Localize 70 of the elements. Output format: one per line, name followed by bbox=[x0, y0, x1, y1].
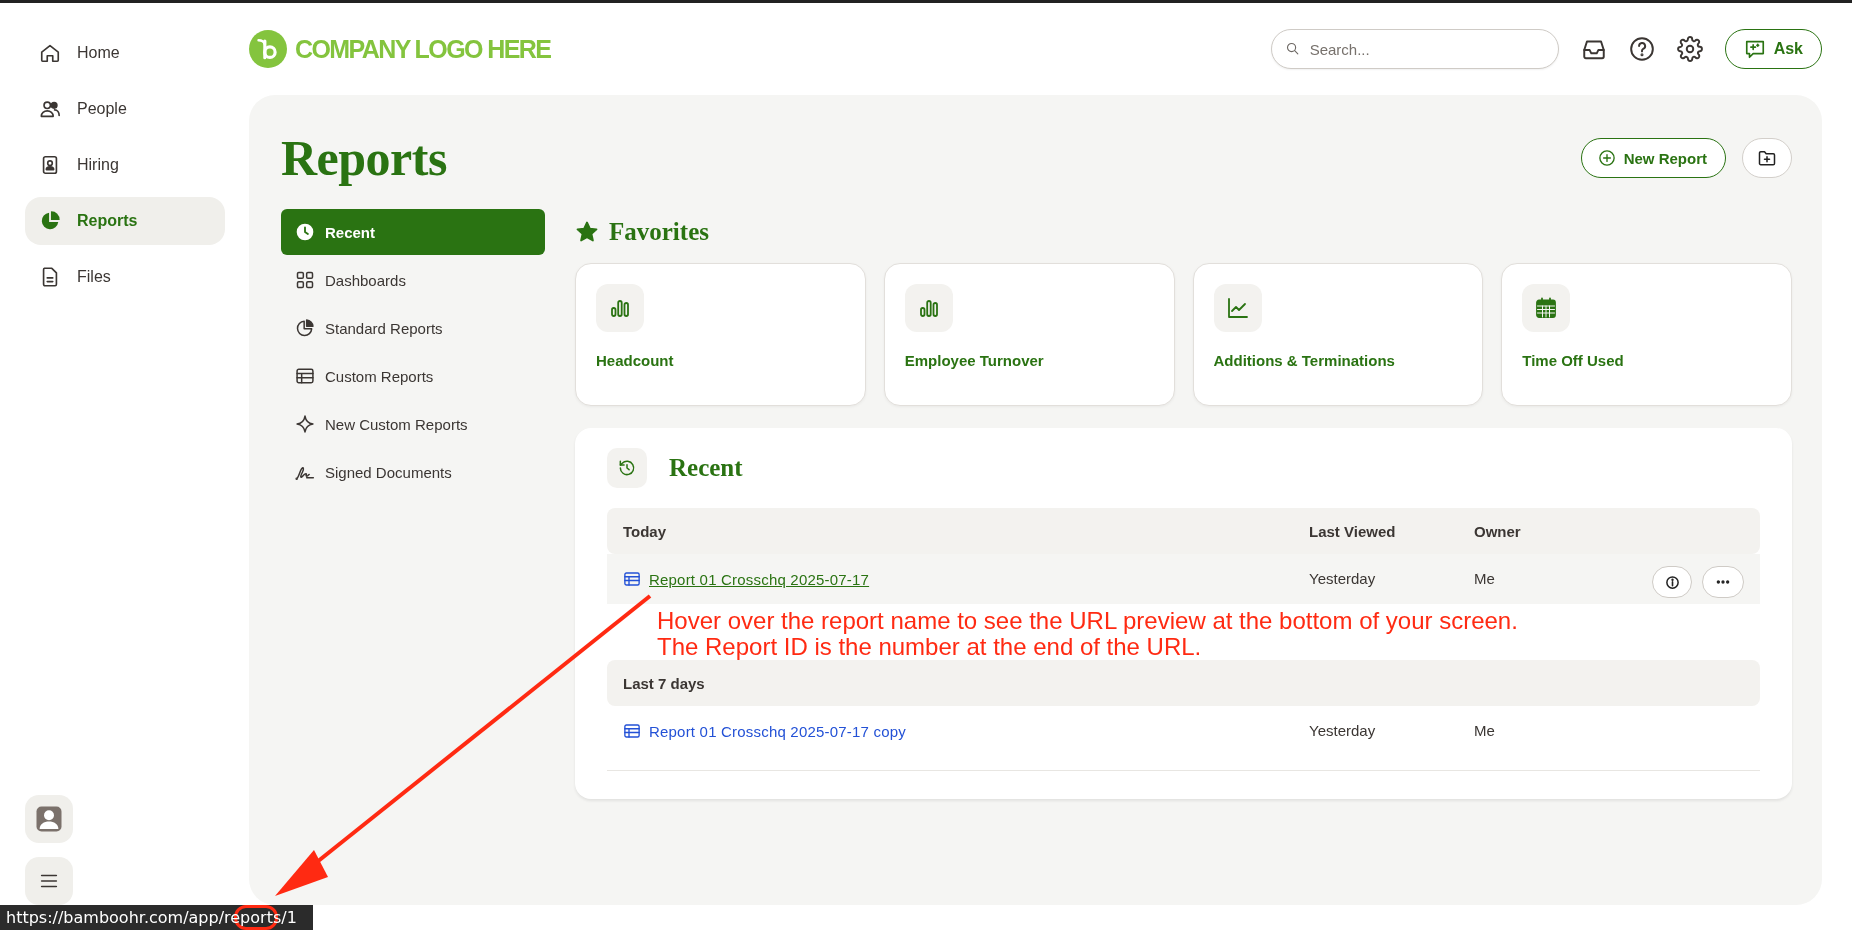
settings-button[interactable] bbox=[1676, 36, 1703, 62]
report-nav-item[interactable]: Dashboards bbox=[281, 257, 545, 303]
help-icon bbox=[1628, 36, 1655, 62]
report-nav-item[interactable]: Custom Reports bbox=[281, 353, 545, 399]
ask-button[interactable]: Ask bbox=[1724, 29, 1822, 69]
report-nav-item[interactable]: Standard Reports bbox=[281, 305, 545, 351]
table-cell-text: Yesterday bbox=[1309, 570, 1377, 587]
info-icon bbox=[1664, 574, 1680, 590]
annotation-text: Hover over the report name to see the URL preview at the bottom of your screen. bbox=[657, 608, 1518, 634]
logo-text: COMPANY LOGO HERE bbox=[295, 34, 551, 64]
group-label: Today bbox=[623, 522, 668, 540]
help-button[interactable] bbox=[1628, 36, 1655, 62]
search-icon bbox=[1284, 41, 1300, 56]
report-nav-item[interactable]: New Custom Reports bbox=[281, 401, 545, 447]
table-row[interactable]: Report 01 Crosschq 2025-07-17 copy Yesterday Me bbox=[607, 706, 1760, 771]
logo-icon bbox=[249, 30, 287, 68]
section-title: Favorites bbox=[609, 218, 709, 246]
search-field[interactable]: Search... bbox=[1270, 29, 1559, 69]
people-icon bbox=[39, 98, 61, 120]
report-link[interactable]: Report 01 Crosschq 2025-07-17 copy bbox=[649, 722, 906, 740]
new-report-button[interactable]: New Report bbox=[1580, 138, 1726, 178]
report-nav-item[interactable]: Signed Documents bbox=[281, 449, 545, 495]
history-icon bbox=[617, 458, 637, 478]
table-icon bbox=[295, 366, 315, 386]
folder-plus-icon bbox=[1757, 148, 1777, 168]
page-title: Reports bbox=[281, 129, 447, 187]
calendar-icon bbox=[1534, 296, 1559, 320]
home-icon bbox=[39, 42, 61, 64]
annotation-text: The Report ID is the number at the end of the URL. bbox=[657, 634, 1202, 660]
card-label: Additions & Terminations bbox=[1213, 352, 1396, 369]
info-button[interactable] bbox=[1652, 566, 1692, 598]
chat-sparkle-icon bbox=[1743, 38, 1766, 60]
card-label: Time Off Used bbox=[1522, 352, 1625, 369]
sidebar-item[interactable]: Files bbox=[25, 253, 225, 301]
avatar-icon bbox=[34, 804, 64, 834]
card-label: Employee Turnover bbox=[904, 352, 1045, 369]
report-link[interactable]: Report 01 Crosschq 2025-07-17 bbox=[649, 570, 870, 588]
sparkle-icon bbox=[295, 414, 315, 434]
column-header: Last Viewed bbox=[1309, 522, 1397, 540]
table-cell-text: Yesterday bbox=[1309, 722, 1377, 739]
star-icon bbox=[575, 220, 599, 244]
favorite-card[interactable]: Time Off Used bbox=[1501, 263, 1792, 406]
favorite-card[interactable]: Employee Turnover bbox=[883, 263, 1175, 406]
report-nav-item[interactable]: Recent bbox=[281, 209, 545, 255]
menu-button[interactable] bbox=[25, 857, 73, 905]
card-label: Headcount bbox=[596, 352, 675, 369]
avatar-button[interactable] bbox=[25, 795, 73, 843]
table-icon bbox=[623, 570, 641, 588]
sidebar-item[interactable]: Home bbox=[25, 29, 225, 77]
gear-icon bbox=[1676, 36, 1703, 62]
table-cell-text: Me bbox=[1474, 570, 1496, 587]
sidebar-item[interactable]: Hiring bbox=[25, 141, 225, 189]
clock-icon bbox=[295, 222, 315, 242]
grid-icon bbox=[295, 270, 315, 290]
group-label: Last 7 days bbox=[623, 674, 706, 692]
new-folder-button[interactable] bbox=[1742, 138, 1792, 178]
section-title: Recent bbox=[669, 454, 743, 482]
more-button[interactable] bbox=[1702, 566, 1744, 598]
table-icon bbox=[623, 722, 641, 740]
favorite-card[interactable]: Additions & Terminations bbox=[1192, 263, 1484, 406]
column-header: Owner bbox=[1474, 522, 1522, 540]
favorite-card[interactable]: Headcount bbox=[575, 263, 866, 406]
sidebar-item[interactable]: People bbox=[25, 85, 225, 133]
sidebar-item[interactable]: Reports bbox=[25, 197, 225, 245]
table-row[interactable]: Report 01 Crosschq 2025-07-17 Yesterday Me bbox=[607, 554, 1760, 604]
plus-circle-icon bbox=[1597, 149, 1616, 167]
table-cell-text: Me bbox=[1474, 722, 1496, 739]
pie-chart-icon bbox=[295, 318, 315, 338]
line-chart-icon bbox=[1225, 296, 1250, 320]
pie-chart-icon bbox=[39, 210, 61, 232]
